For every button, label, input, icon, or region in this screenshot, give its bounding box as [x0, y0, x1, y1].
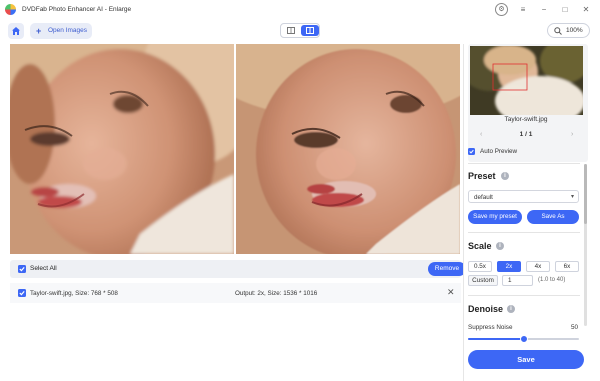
open-images-label: Open Images: [48, 27, 88, 34]
title-bar: DVDFab Photo Enhancer AI - Enlarge ⚙ ≡ −…: [0, 0, 600, 20]
home-icon: [12, 27, 20, 35]
view-mode-toggle: [280, 23, 320, 38]
info-icon[interactable]: i: [501, 172, 509, 180]
chevron-down-icon: ▾: [570, 194, 574, 200]
custom-scale-input[interactable]: 1: [502, 275, 533, 286]
thumbnail-image[interactable]: [470, 46, 583, 115]
enhanced-image-pane: [236, 44, 460, 254]
scale-option-0-5x[interactable]: 0.5x: [468, 261, 492, 272]
save-button[interactable]: Save: [468, 350, 584, 369]
remove-button[interactable]: Remove: [428, 262, 466, 276]
preset-title: Preset: [468, 171, 496, 181]
thumbnail-photo: [470, 46, 583, 115]
info-icon[interactable]: i: [507, 305, 515, 313]
info-icon[interactable]: i: [496, 242, 504, 250]
image-preview[interactable]: [10, 44, 460, 254]
select-all-checkbox[interactable]: [18, 265, 26, 273]
file-list-item[interactable]: Taylor-swift.jpg, Size: 768 * 508 Output…: [10, 283, 461, 303]
maximize-icon[interactable]: □: [559, 4, 571, 16]
suppress-noise-label: Suppress Noise: [468, 324, 513, 331]
custom-scale-range: (1.0 to 40): [538, 277, 566, 283]
file-name: Taylor-swift.jpg, Size: 768 * 508: [30, 290, 118, 297]
divider: [468, 232, 580, 233]
original-image-pane: [10, 44, 234, 254]
toolbar: + Open Images 100%: [0, 20, 600, 42]
file-output-info: Output: 2x, Size: 1536 * 1016: [235, 290, 318, 297]
select-all-label: Select All: [30, 265, 57, 272]
single-view-button[interactable]: [282, 25, 300, 36]
scale-title: Scale: [468, 241, 492, 251]
preset-dropdown[interactable]: default ▾: [468, 190, 579, 203]
open-images-button[interactable]: + Open Images: [30, 23, 92, 39]
save-my-preset-button[interactable]: Save my preset: [468, 210, 522, 224]
close-icon[interactable]: ✕: [447, 287, 455, 297]
split-view-button[interactable]: [301, 25, 319, 36]
home-button[interactable]: [8, 23, 24, 39]
single-view-icon: [287, 27, 295, 34]
checkmark-icon: [469, 149, 474, 154]
denoise-title: Denoise: [468, 304, 504, 314]
custom-scale-button[interactable]: Custom: [468, 275, 498, 286]
app-logo-icon: [5, 4, 16, 15]
suppress-noise-value: 50: [571, 324, 579, 331]
magnifier-icon: [554, 27, 562, 35]
original-photo: [10, 44, 234, 254]
plus-icon: +: [36, 26, 42, 36]
minimize-icon[interactable]: −: [538, 4, 550, 16]
checkmark-icon: [19, 267, 25, 272]
page-indicator: 1 / 1: [519, 131, 533, 138]
scale-option-6x[interactable]: 6x: [555, 261, 579, 272]
settings-scrollbar[interactable]: [584, 164, 587, 326]
thumbnail-card: Taylor-swift.jpg ‹ 1 / 1 ›: [468, 44, 588, 162]
thumbnail-filename: Taylor-swift.jpg: [504, 116, 548, 123]
chevron-right-icon[interactable]: ›: [571, 131, 573, 138]
scrollbar-thumb[interactable]: [584, 164, 587, 224]
split-view-icon: [306, 27, 314, 34]
checkmark-icon: [19, 291, 25, 296]
auto-preview-checkbox[interactable]: [468, 148, 475, 155]
suppress-noise-slider[interactable]: [468, 335, 579, 343]
divider: [468, 295, 580, 296]
close-icon[interactable]: ✕: [580, 4, 592, 16]
settings-icon[interactable]: ⚙: [495, 3, 508, 16]
zoom-control[interactable]: 100%: [547, 23, 590, 38]
preset-selected: default: [474, 194, 493, 201]
select-all-bar: Select All Remove: [10, 260, 466, 278]
menu-icon[interactable]: ≡: [517, 4, 529, 16]
scale-option-2x[interactable]: 2x: [497, 261, 521, 272]
file-checkbox[interactable]: [18, 289, 26, 297]
divider: [468, 163, 580, 164]
settings-panel: Taylor-swift.jpg ‹ 1 / 1 › Auto Preview …: [463, 44, 593, 381]
window-controls: ⚙ ≡ − □ ✕: [495, 3, 592, 16]
save-as-button[interactable]: Save As: [527, 210, 579, 224]
slider-handle[interactable]: [519, 335, 528, 343]
zoom-level: 100%: [566, 27, 583, 34]
scale-option-4x[interactable]: 4x: [526, 261, 550, 272]
slider-fill: [468, 338, 524, 340]
auto-preview-label: Auto Preview: [480, 148, 518, 155]
window-title: DVDFab Photo Enhancer AI - Enlarge: [22, 6, 132, 13]
enhanced-photo: [236, 44, 460, 254]
